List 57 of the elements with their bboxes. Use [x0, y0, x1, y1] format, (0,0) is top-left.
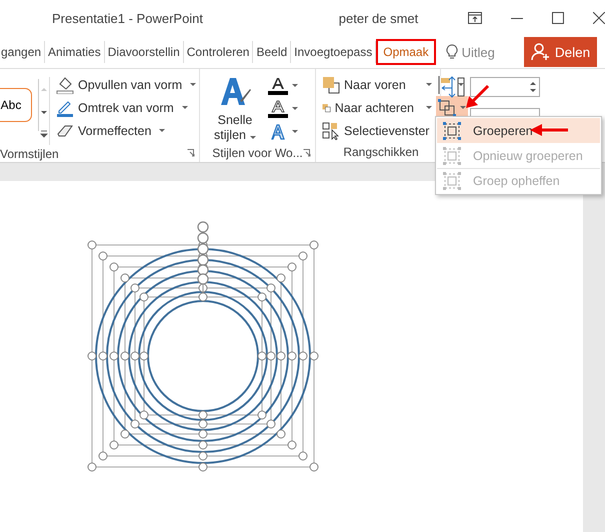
dialog-launcher-icon[interactable] — [303, 149, 311, 157]
ribbon-command[interactable]: Opvullen van vorm — [56, 73, 196, 96]
paint-bucket-icon — [56, 76, 74, 94]
pencil-icon — [56, 98, 74, 116]
group-label: Vormstijlen — [0, 146, 59, 160]
menu-item[interactable]: Groeperen — [437, 118, 600, 143]
ribbon-tab[interactable]: Controleren — [184, 41, 254, 63]
quick-styles-button[interactable]: Snelle stijlen — [206, 69, 264, 143]
group-objects-icon — [443, 122, 461, 140]
user-name: peter de smet — [338, 10, 420, 26]
ribbon-command[interactable]: Naar voren — [322, 73, 432, 96]
group-label: Rangschikken — [343, 145, 419, 159]
ribbon-command[interactable]: Selectievenster — [322, 119, 432, 142]
caret-icon — [292, 130, 298, 133]
share-button[interactable]: Delen — [524, 37, 597, 67]
maximize-icon[interactable] — [552, 12, 564, 24]
dialog-launcher-icon[interactable] — [187, 149, 195, 157]
caret-icon — [292, 84, 298, 87]
tell-me-button[interactable]: Uitleg — [462, 44, 495, 60]
caret-icon — [190, 83, 196, 86]
caret-icon — [159, 129, 166, 132]
group-objects-icon — [443, 172, 461, 190]
lightbulb-icon — [446, 44, 458, 60]
caret-icon — [426, 106, 432, 109]
caret-icon — [426, 83, 432, 86]
ribbon-command[interactable]: Naar achteren — [322, 96, 432, 119]
group-objects-icon — [443, 146, 461, 164]
ribbon-tab[interactable]: Opmaak — [376, 39, 436, 65]
ribbon-tab[interactable]: Beeld — [253, 41, 292, 63]
caret-icon — [292, 107, 298, 110]
ribbon-tab[interactable]: Animaties — [45, 41, 105, 63]
height-icon — [447, 76, 467, 98]
group-objects-icon — [438, 98, 456, 116]
ribbon-command[interactable]: Omtrek van vorm — [56, 96, 196, 119]
caret-icon — [250, 136, 256, 139]
ribbon-tab[interactable]: gangen — [0, 41, 46, 63]
group-label: Stijlen voor Wo... — [212, 146, 303, 160]
selection-pane-icon — [322, 122, 340, 140]
bring-forward-icon — [322, 76, 340, 94]
annotation-arrow — [530, 123, 570, 137]
window-title: Presentatie1 - PowerPoint — [52, 10, 204, 26]
text-fill-icon — [268, 76, 288, 94]
ribbon-tab[interactable]: Invoegtoepass — [291, 41, 376, 63]
caret-icon — [458, 83, 464, 86]
shape-style-sample[interactable]: Abc — [0, 88, 32, 122]
height-field[interactable] — [470, 76, 540, 96]
style-gallery[interactable]: Abc — [0, 79, 39, 131]
ribbon-display-icon[interactable] — [468, 12, 482, 24]
ribbon-tab[interactable]: Diavoorstellin — [104, 41, 184, 63]
caret-icon — [182, 106, 188, 109]
close-icon[interactable] — [593, 12, 605, 24]
align-icon — [438, 76, 454, 94]
text-outline-icon — [268, 100, 288, 118]
annotation-arrow — [464, 84, 490, 110]
ribbon-command[interactable]: Vormeffecten — [56, 119, 196, 142]
concentric-circles-drawing[interactable] — [88, 221, 318, 472]
add-person-icon — [530, 43, 551, 61]
